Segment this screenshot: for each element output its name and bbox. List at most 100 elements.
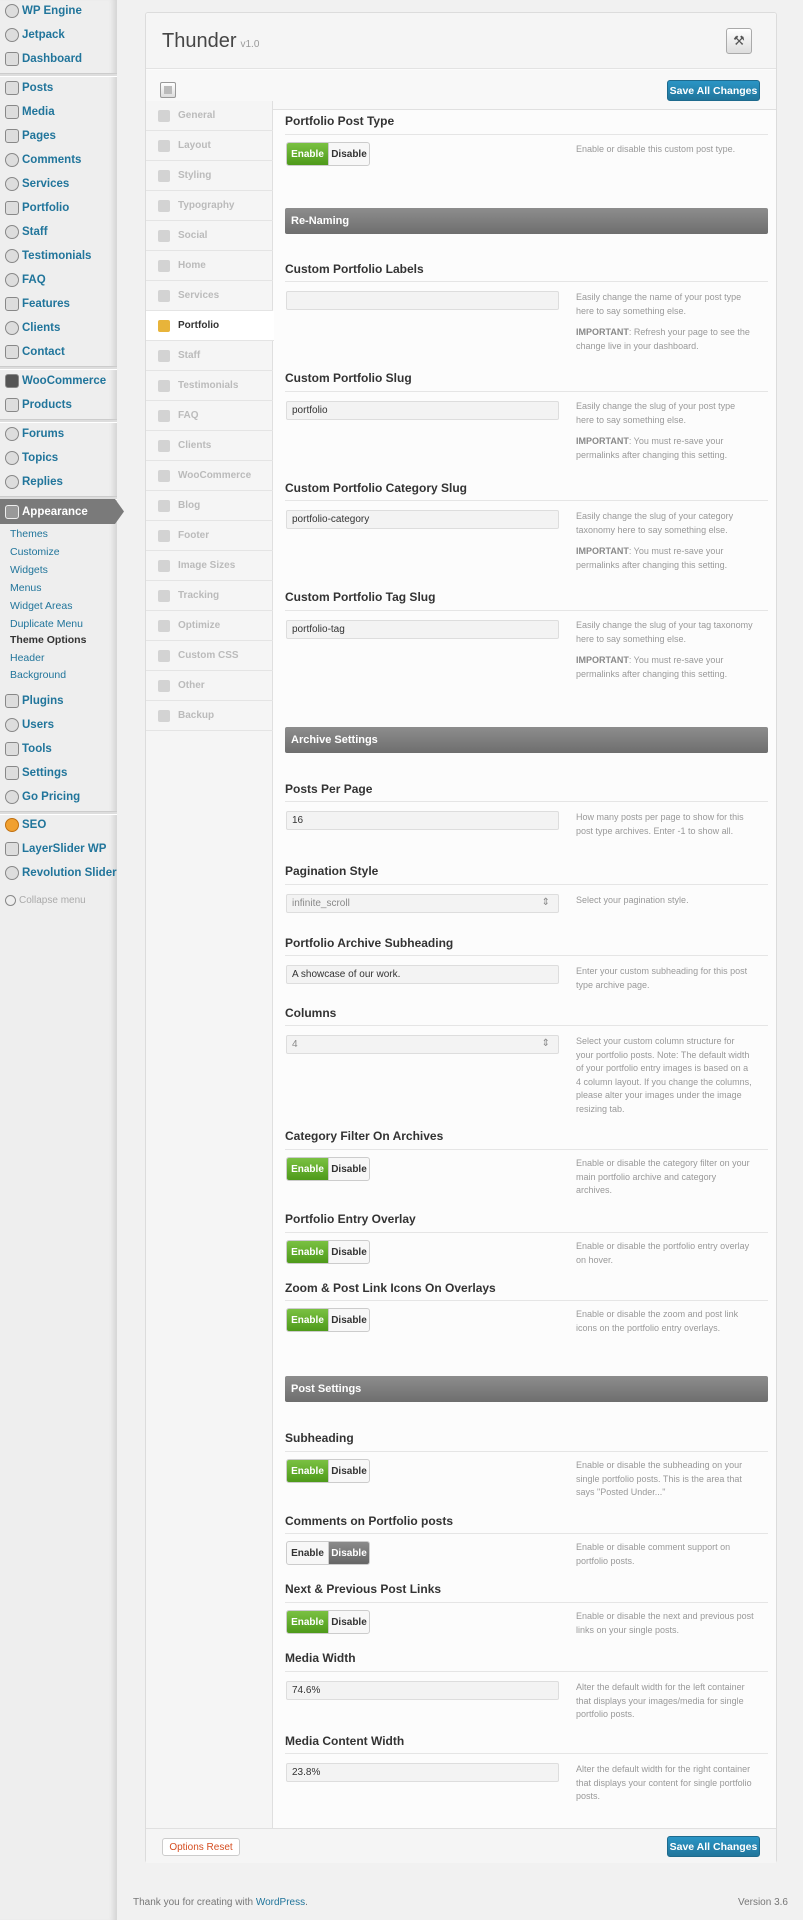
menu-item-forums[interactable]: Forums	[0, 423, 117, 445]
enable-button[interactable]: Enable	[287, 1542, 328, 1564]
submenu-themes[interactable]: Themes	[10, 526, 48, 542]
menu-item-contact[interactable]: Contact	[0, 341, 117, 363]
menu-item-tools[interactable]: Tools	[0, 738, 117, 760]
menu-item-appearance[interactable]: Appearance	[0, 499, 124, 524]
submenu-background[interactable]: Background	[10, 667, 66, 683]
menu-item-faq[interactable]: FAQ	[0, 269, 117, 291]
enable-button[interactable]: Enable	[287, 1611, 328, 1633]
enable-button[interactable]: Enable	[287, 1460, 328, 1482]
menu-item-jetpack[interactable]: Jetpack	[0, 24, 117, 46]
tab-testimonials[interactable]: Testimonials	[146, 371, 273, 401]
tab-typography[interactable]: Typography	[146, 191, 273, 221]
tab-custom-css[interactable]: Custom CSS	[146, 641, 273, 671]
menu-item-settings[interactable]: Settings	[0, 762, 117, 784]
menu-item-users[interactable]: Users	[0, 714, 117, 736]
tab-home[interactable]: Home	[146, 251, 273, 281]
tab-blog[interactable]: Blog	[146, 491, 273, 521]
tab-social[interactable]: Social	[146, 221, 273, 251]
submenu-widget-areas[interactable]: Widget Areas	[10, 598, 72, 614]
tab-image-sizes[interactable]: Image Sizes	[146, 551, 273, 581]
disable-button[interactable]: Disable	[328, 1542, 369, 1564]
settings-icon	[5, 766, 19, 780]
menu-item-services[interactable]: Services	[0, 173, 117, 195]
slug-input[interactable]: portfolio	[286, 401, 559, 420]
disable-button[interactable]: Disable	[328, 1241, 369, 1263]
tab-clients[interactable]: Clients	[146, 431, 273, 461]
wordpress-link[interactable]: WordPress	[256, 1897, 305, 1908]
tab-general[interactable]: General	[146, 101, 273, 131]
submenu-theme-options[interactable]: Theme Options	[10, 632, 86, 648]
columns-select[interactable]: 4	[286, 1035, 559, 1054]
posts-per-page-input[interactable]: 16	[286, 811, 559, 830]
menu-item-posts[interactable]: Posts	[0, 77, 117, 99]
menu-item-products[interactable]: Products	[0, 394, 117, 416]
media-content-width-input[interactable]: 23.8%	[286, 1763, 559, 1782]
menu-item-dashboard[interactable]: Dashboard	[0, 48, 117, 70]
media-width-input[interactable]: 74.6%	[286, 1681, 559, 1700]
enable-button[interactable]: Enable	[287, 1158, 328, 1180]
menu-item-testimonials[interactable]: Testimonials	[0, 245, 117, 267]
enable-button[interactable]: Enable	[287, 143, 328, 165]
menu-item-layerslider[interactable]: LayerSlider WP	[0, 838, 117, 860]
tab-footer[interactable]: Footer	[146, 521, 273, 551]
disable-button[interactable]: Disable	[328, 1611, 369, 1633]
menu-item-go-pricing[interactable]: Go Pricing	[0, 786, 117, 808]
menu-item-topics[interactable]: Topics	[0, 447, 117, 469]
tab-tracking[interactable]: Tracking	[146, 581, 273, 611]
testimonials-icon	[5, 249, 19, 263]
social-icon	[158, 229, 170, 242]
wp-footer: Thank you for creating with WordPress. V…	[133, 1897, 788, 1908]
typography-icon	[158, 199, 170, 212]
options-reset-button[interactable]: Options Reset	[162, 1838, 240, 1856]
menu-item-woocommerce[interactable]: WooCommerce	[0, 370, 117, 392]
menu-item-replies[interactable]: Replies	[0, 471, 117, 493]
expand-toggle-icon[interactable]	[160, 82, 176, 98]
divider	[285, 1149, 768, 1150]
menu-item-wp-engine[interactable]: WP Engine	[0, 0, 117, 22]
heading-slug: Custom Portfolio Slug	[285, 371, 412, 385]
save-all-changes-button-bottom[interactable]: Save All Changes	[667, 1836, 760, 1857]
enable-button[interactable]: Enable	[287, 1241, 328, 1263]
tab-other[interactable]: Other	[146, 671, 273, 701]
submenu-customize[interactable]: Customize	[10, 544, 60, 560]
disable-button[interactable]: Disable	[328, 143, 369, 165]
menu-item-portfolio[interactable]: Portfolio	[0, 197, 117, 219]
submenu-duplicate-menu[interactable]: Duplicate Menu	[10, 616, 83, 632]
tab-optimize[interactable]: Optimize	[146, 611, 273, 641]
archive-subheading-input[interactable]: A showcase of our work.	[286, 965, 559, 984]
tab-woocommerce[interactable]: WooCommerce	[146, 461, 273, 491]
tag-slug-input[interactable]: portfolio-tag	[286, 620, 559, 639]
menu-item-pages[interactable]: Pages	[0, 125, 117, 147]
disable-button[interactable]: Disable	[328, 1460, 369, 1482]
menu-item-staff[interactable]: Staff	[0, 221, 117, 243]
labels-input[interactable]	[286, 291, 559, 310]
tab-services[interactable]: Services	[146, 281, 273, 311]
menu-item-comments[interactable]: Comments	[0, 149, 117, 171]
menu-item-plugins[interactable]: Plugins	[0, 690, 117, 712]
pagination-select[interactable]: infinite_scroll	[286, 894, 559, 913]
tab-staff[interactable]: Staff	[146, 341, 273, 371]
menu-item-clients[interactable]: Clients	[0, 317, 117, 339]
toggle-zoom-icons: Enable Disable	[286, 1308, 370, 1332]
category-slug-input[interactable]: portfolio-category	[286, 510, 559, 529]
tab-styling[interactable]: Styling	[146, 161, 273, 191]
disable-button[interactable]: Disable	[328, 1158, 369, 1180]
submenu-widgets[interactable]: Widgets	[10, 562, 48, 578]
enable-button[interactable]: Enable	[287, 1309, 328, 1331]
submenu-header[interactable]: Header	[10, 650, 44, 666]
menu-item-features[interactable]: Features	[0, 293, 117, 315]
menu-item-seo[interactable]: SEO	[0, 814, 117, 836]
tab-layout[interactable]: Layout	[146, 131, 273, 161]
tab-portfolio[interactable]: Portfolio	[146, 311, 274, 341]
menu-item-revolution-slider[interactable]: Revolution Slider	[0, 862, 117, 884]
divider	[285, 1671, 768, 1672]
menu-item-media[interactable]: Media	[0, 101, 117, 123]
tools-icon[interactable]: ⚒	[726, 28, 752, 54]
tab-faq[interactable]: FAQ	[146, 401, 273, 431]
version-label: v1.0	[240, 39, 260, 50]
submenu-menus[interactable]: Menus	[10, 580, 42, 596]
save-all-changes-button[interactable]: Save All Changes	[667, 80, 760, 101]
disable-button[interactable]: Disable	[328, 1309, 369, 1331]
tab-backup[interactable]: Backup	[146, 701, 273, 731]
collapse-menu[interactable]: Collapse menu	[0, 889, 117, 911]
